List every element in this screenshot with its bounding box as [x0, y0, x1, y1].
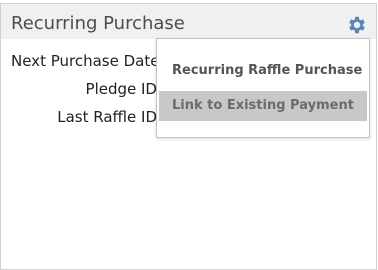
pledge-id-label: Pledge ID — [85, 80, 157, 98]
gear-icon[interactable] — [346, 14, 368, 36]
panel-header: Recurring Purchase — [1, 4, 376, 39]
last-raffle-id-label: Last Raffle ID — [57, 108, 157, 126]
panel-title: Recurring Purchase — [11, 13, 185, 34]
menu-item-recurring-raffle-purchase[interactable]: Recurring Raffle Purchase — [159, 56, 367, 86]
menu-item-link-to-existing-payment[interactable]: Link to Existing Payment — [159, 91, 367, 121]
settings-dropdown-menu: Recurring Raffle Purchase Link to Existi… — [156, 38, 370, 138]
next-purchase-date-label: Next Purchase Date — [11, 52, 160, 70]
